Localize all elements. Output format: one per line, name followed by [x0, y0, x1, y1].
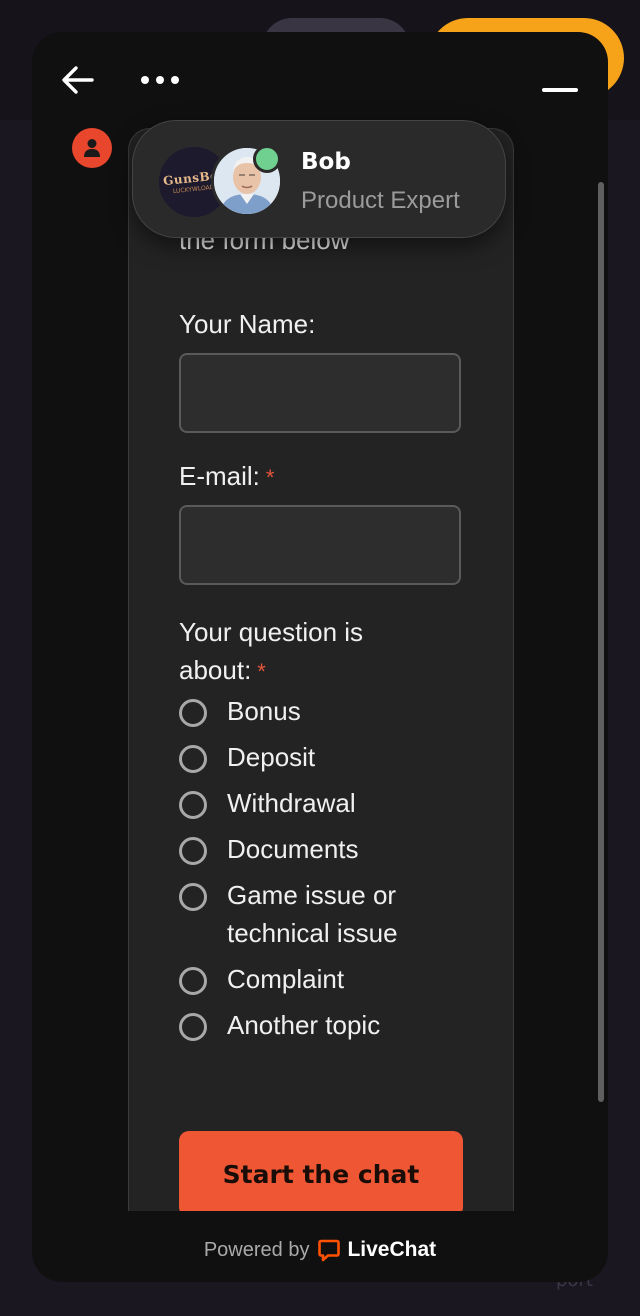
chat-widget: the form below Your Name: E-mail: * Your …: [32, 32, 608, 1282]
livechat-logo-icon: [317, 1238, 341, 1262]
online-status-indicator: [253, 145, 281, 173]
more-horizontal-icon: [141, 76, 179, 84]
radio-button[interactable]: [179, 883, 207, 911]
powered-by-label: Powered by: [203, 1238, 310, 1261]
name-input[interactable]: [179, 353, 461, 433]
option-label: Another topic: [227, 1010, 381, 1040]
scrollbar[interactable]: [598, 182, 604, 1102]
radio-option-bonus[interactable]: Bonus: [179, 696, 417, 730]
powered-by-livechat[interactable]: Powered by LiveChat: [32, 1234, 608, 1266]
more-options-button[interactable]: [132, 56, 188, 104]
livechat-brand: LiveChat: [347, 1238, 437, 1261]
radio-option-game-issue[interactable]: Game issue or technical issue: [179, 880, 417, 952]
pre-chat-form: the form below Your Name: E-mail: * Your …: [128, 128, 514, 1211]
back-button[interactable]: [54, 56, 102, 104]
radio-option-another-topic[interactable]: Another topic: [179, 1010, 417, 1044]
option-label: Documents: [227, 834, 359, 864]
required-mark: *: [257, 659, 266, 684]
option-label: Game issue or technical issue: [227, 880, 398, 948]
radio-button[interactable]: [179, 837, 207, 865]
email-label: E-mail: *: [179, 461, 275, 491]
radio-option-complaint[interactable]: Complaint: [179, 964, 417, 998]
arrow-left-icon: [62, 66, 94, 94]
minimize-button[interactable]: [532, 66, 588, 114]
user-icon: [84, 139, 100, 157]
agent-card: GunsBet LUCKYWLOAD Bob Product Expert: [132, 120, 506, 238]
option-label: Bonus: [227, 696, 301, 726]
email-input[interactable]: [179, 505, 461, 585]
required-mark: *: [265, 465, 275, 490]
question-label: Your question is about: *: [179, 617, 364, 685]
start-chat-button[interactable]: Start the chat: [179, 1131, 463, 1211]
radio-button[interactable]: [179, 699, 207, 727]
minimize-icon: [542, 88, 578, 92]
radio-button[interactable]: [179, 745, 207, 773]
option-label: Deposit: [227, 742, 316, 772]
radio-option-documents[interactable]: Documents: [179, 834, 417, 868]
agent-name: Bob: [301, 149, 351, 175]
name-label: Your Name:: [179, 309, 316, 339]
radio-button[interactable]: [179, 791, 207, 819]
radio-option-withdrawal[interactable]: Withdrawal: [179, 788, 417, 822]
agent-role: Product Expert: [301, 187, 460, 214]
radio-button[interactable]: [179, 1013, 207, 1041]
option-label: Withdrawal: [227, 788, 356, 818]
option-label: Complaint: [227, 964, 345, 994]
radio-option-deposit[interactable]: Deposit: [179, 742, 417, 776]
user-profile-badge[interactable]: [72, 128, 112, 168]
radio-button[interactable]: [179, 967, 207, 995]
